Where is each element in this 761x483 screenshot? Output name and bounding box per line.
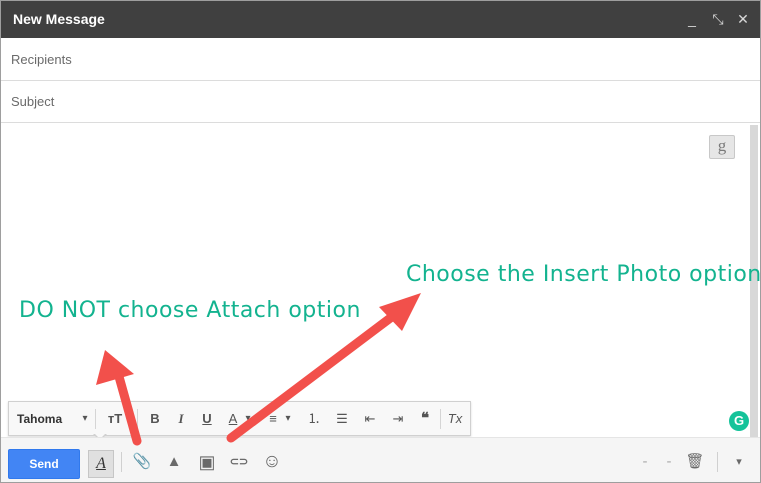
indent-more-icon[interactable]: ⇥ [387,409,409,429]
compose-window: New Message _ ⤡ ✕ Recipients Subject g D… [0,0,761,483]
recipients-placeholder: Recipients [11,52,72,67]
text-color-icon[interactable]: A [223,409,243,429]
status-dash: - [666,453,672,470]
close-icon[interactable]: ✕ [734,9,752,29]
subject-placeholder: Subject [11,94,55,109]
more-options-icon[interactable]: ▾ [727,450,751,474]
compose-bottom-bar: Send A 📎 ▲ ▣ ⊂⊃ ☺ - - 🗑 ▾ [1,437,760,482]
underline-icon[interactable]: U [197,409,217,429]
annotation-insert-photo: Choose the Insert Photo option [406,262,761,287]
italic-icon[interactable]: I [171,409,191,429]
trash-icon[interactable]: 🗑 [683,450,707,474]
window-title: New Message [13,11,105,27]
send-button[interactable]: Send [8,449,80,479]
subject-field[interactable]: Subject [1,81,760,123]
toolbar-divider [95,409,96,429]
expand-icon[interactable]: ⤡ [709,9,727,29]
insert-photo-icon[interactable]: ▣ [195,450,219,474]
remove-formatting-icon[interactable]: Tx [445,409,465,429]
bottom-divider [121,452,122,472]
insert-link-icon[interactable]: ⊂⊃ [227,450,251,474]
bold-icon[interactable]: B [145,409,165,429]
font-size-icon[interactable]: тT [103,409,127,429]
title-bar[interactable]: New Message _ ⤡ ✕ [1,1,760,38]
grammarly-g-icon[interactable]: g [709,135,735,159]
toolbar-divider [440,409,441,429]
formatting-toolbar: Tahoma ▾ тT B I U A ▾ ≡ ▾ ⒈ ☰ ⇤ ⇥ ❝ Tx [8,401,471,436]
bottom-divider [717,452,718,472]
attach-icon[interactable]: 📎 [130,450,154,474]
grammarly-status-icon[interactable]: G [729,411,749,431]
status-dash: - [642,453,648,470]
indent-less-icon[interactable]: ⇤ [359,409,381,429]
bulleted-list-icon[interactable]: ☰ [331,409,353,429]
emoji-icon[interactable]: ☺ [260,450,284,474]
minimize-icon[interactable]: _ [683,9,701,29]
annotation-dont-attach: DO NOT choose Attach option [19,298,361,323]
recipients-field[interactable]: Recipients [1,39,760,81]
toolbar-divider [137,409,138,429]
align-dropdown-icon[interactable]: ▾ [283,409,293,429]
drive-icon[interactable]: ▲ [162,450,186,474]
align-icon[interactable]: ≡ [263,409,283,429]
formatting-options-button[interactable]: A [88,450,114,478]
numbered-list-icon[interactable]: ⒈ [303,409,325,429]
quote-icon[interactable]: ❝ [414,409,436,429]
text-color-dropdown-icon[interactable]: ▾ [243,409,253,429]
font-family-select[interactable]: Tahoma [17,409,67,429]
font-dropdown-icon[interactable]: ▾ [79,409,91,429]
